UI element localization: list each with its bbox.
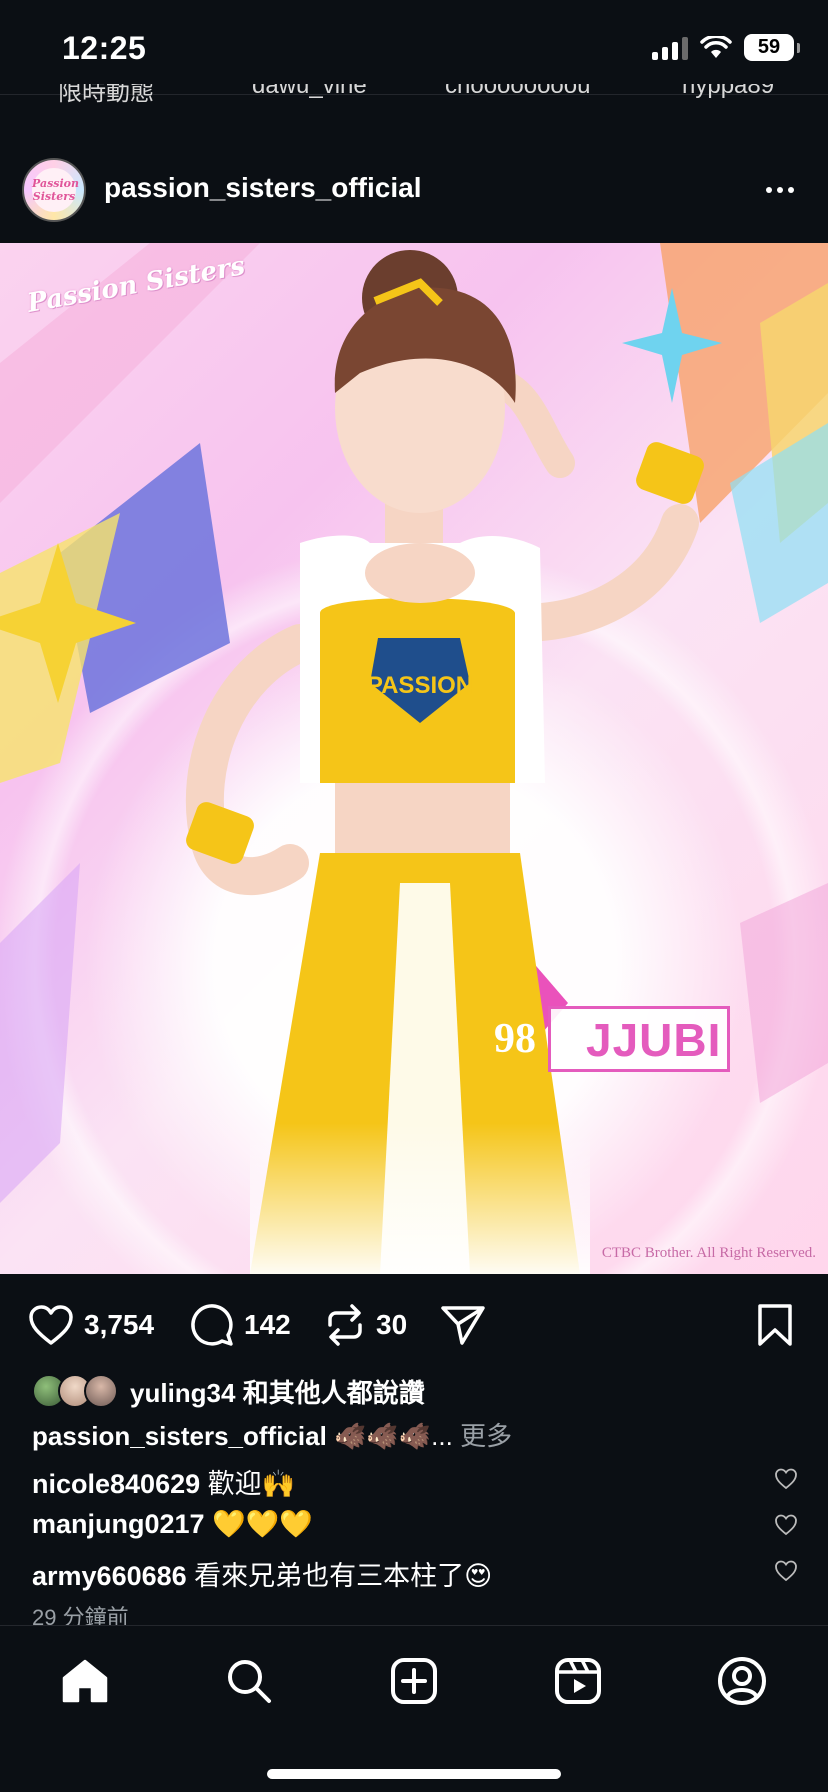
comment-heart-icon[interactable] — [774, 1467, 798, 1491]
post-header: Passion Sisters passion_sisters_official — [0, 150, 828, 230]
comment-text: 歡迎🙌 — [207, 1469, 296, 1499]
status-icons: 59 — [652, 34, 800, 61]
comment-count: 142 — [244, 1309, 291, 1340]
comment-item: nicole840629 歡迎🙌 — [32, 1462, 295, 1501]
create-icon — [391, 1658, 437, 1704]
caption-more-link[interactable]: 更多 — [460, 1421, 512, 1451]
avatar-logo: Passion Sisters — [32, 168, 79, 212]
comment-heart-icon[interactable] — [774, 1559, 798, 1583]
bookmark-button[interactable] — [756, 1300, 794, 1350]
avatar — [84, 1374, 118, 1408]
nav-search[interactable] — [219, 1651, 279, 1711]
bookmark-icon — [758, 1304, 792, 1346]
like-button[interactable]: 3,754 — [28, 1300, 154, 1350]
copyright-text: CTBC Brother. All Right Reserved. — [601, 1245, 816, 1261]
comment-username[interactable]: army660686 — [32, 1561, 187, 1591]
home-icon — [62, 1659, 108, 1703]
player-name: JJUBI — [586, 1014, 722, 1066]
repost-icon — [328, 1304, 362, 1346]
uniform-text: PASSION — [367, 672, 473, 699]
more-options-button[interactable] — [766, 176, 802, 204]
share-button[interactable] — [440, 1300, 486, 1350]
caption-username[interactable]: passion_sisters_official — [32, 1421, 327, 1451]
nav-reels[interactable] — [548, 1651, 608, 1711]
more-dot-icon — [788, 187, 794, 193]
story-label-your-story[interactable]: 限時動態 — [58, 84, 154, 107]
post-image[interactable]: PASSION Passion Sisters 98 JJUBI CTBC Br… — [0, 243, 828, 1274]
wifi-icon — [700, 35, 732, 58]
nav-create[interactable] — [384, 1651, 444, 1711]
nav-home[interactable] — [55, 1651, 115, 1711]
post-username[interactable]: passion_sisters_official — [104, 172, 421, 204]
repost-button[interactable]: 30 — [324, 1300, 407, 1350]
home-indicator[interactable] — [267, 1769, 561, 1779]
player-number: 98 — [494, 1016, 536, 1062]
comment-text: 看來兄弟也有三本柱了😍 — [194, 1561, 493, 1591]
comment-username[interactable]: nicole840629 — [32, 1469, 200, 1499]
liker-avatars — [32, 1374, 120, 1408]
comment-heart-icon[interactable] — [774, 1513, 798, 1537]
more-dot-icon — [777, 187, 783, 193]
liked-by-text: yuling34 和其他人都說讚 — [130, 1377, 425, 1408]
more-dot-icon — [766, 187, 772, 193]
heart-icon — [29, 1305, 73, 1345]
nav-profile[interactable] — [712, 1651, 772, 1711]
story-label[interactable]: choooooooou — [445, 84, 590, 100]
profile-icon — [718, 1657, 766, 1705]
liked-by-row[interactable]: yuling34 和其他人都說讚 — [32, 1374, 425, 1408]
stories-row: 限時動態 dawu_vine choooooooou hyppa89 — [0, 84, 828, 114]
share-icon — [441, 1306, 485, 1345]
reels-icon — [555, 1658, 601, 1704]
battery-icon: 59 — [744, 34, 800, 61]
bottom-nav — [0, 1625, 828, 1792]
comment-button[interactable]: 142 — [190, 1300, 291, 1350]
comment-item: manjung0217 💛💛💛 — [32, 1508, 313, 1540]
comment-username[interactable]: manjung0217 — [32, 1509, 205, 1539]
repost-count: 30 — [376, 1309, 408, 1340]
post-actions: 3,754 142 30 — [0, 1300, 828, 1350]
cellular-signal-icon — [652, 36, 688, 60]
post-caption[interactable]: passion_sisters_official 🐗🐗🐗... 更多 — [32, 1416, 512, 1453]
search-icon — [228, 1660, 271, 1703]
caption-text: 🐗🐗🐗... — [334, 1421, 453, 1451]
story-label[interactable]: hyppa89 — [682, 84, 774, 100]
comment-item: army660686 看來兄弟也有三本柱了😍 — [32, 1554, 492, 1593]
status-bar: 12:25 59 — [0, 0, 828, 95]
cheerleader-figure: PASSION — [185, 250, 704, 1274]
comment-icon — [191, 1304, 233, 1346]
story-label[interactable]: dawu_vine — [252, 84, 367, 100]
comment-text: 💛💛💛 — [212, 1509, 313, 1539]
like-count: 3,754 — [84, 1309, 155, 1340]
status-time: 12:25 — [62, 30, 147, 66]
avatar[interactable]: Passion Sisters — [22, 158, 86, 222]
